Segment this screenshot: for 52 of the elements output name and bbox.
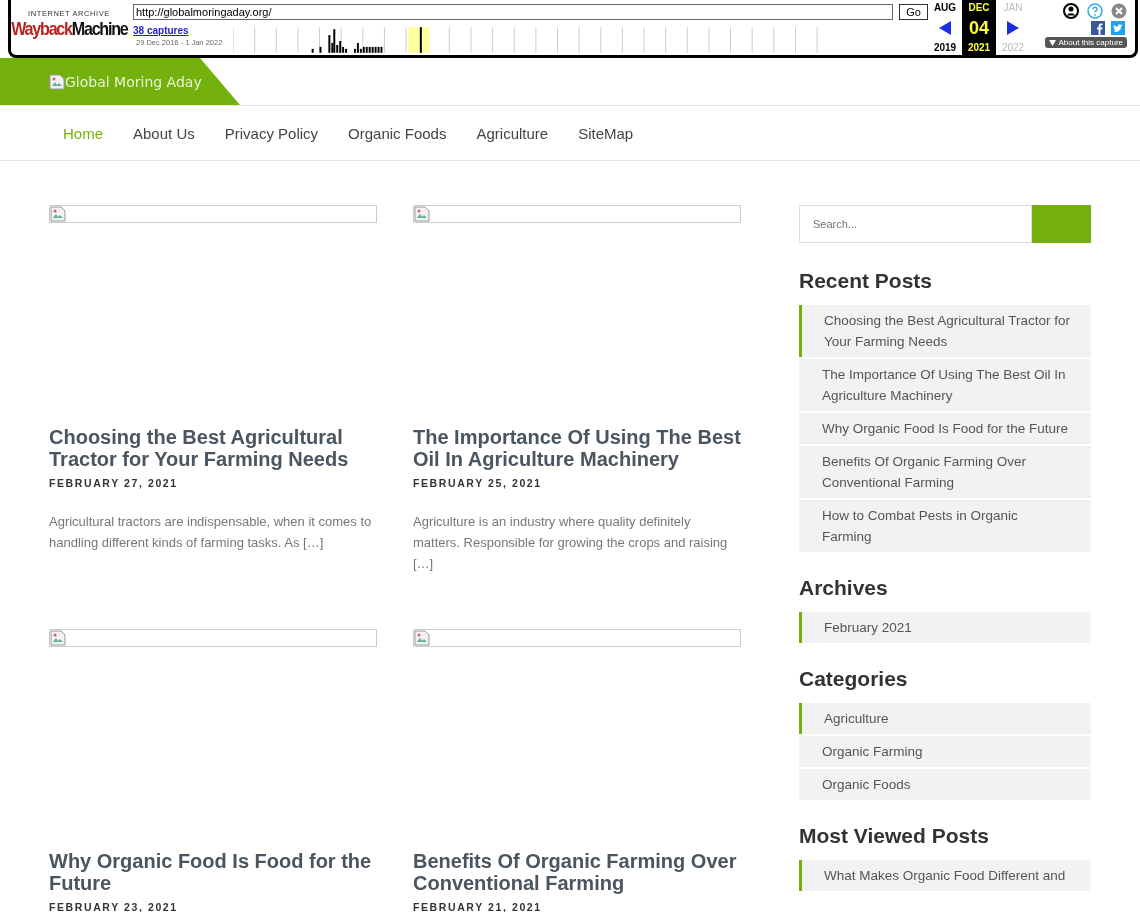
captures-link[interactable]: 38 captures (133, 24, 233, 38)
sidebar-link[interactable]: Choosing the Best Agricultural Tractor for Your Farming Needs (799, 305, 1091, 357)
nav-link[interactable]: About Us (118, 124, 210, 142)
url-field[interactable]: http://globalmoringaday.org/ (133, 4, 894, 20)
nav-link[interactable]: Agriculture (461, 124, 564, 142)
next-arrow-icon[interactable] (1006, 19, 1020, 36)
post-date: FEBRUARY 21, 2021 (413, 901, 543, 912)
sidebar-link[interactable]: What Makes Organic Food Different and (799, 860, 1091, 891)
post-title[interactable]: Benefits Of Organic Farming Over Conventional Farming (413, 850, 741, 894)
widget-title: Most Viewed Posts (799, 824, 990, 848)
sidebar-link[interactable]: February 2021 (799, 612, 1091, 643)
sidebar-link[interactable]: Organic Farming (799, 736, 1091, 767)
sidebar-link[interactable]: Why Organic Food Is Food for the Future (799, 413, 1091, 444)
capture-day: 04 (969, 18, 989, 37)
broken-image-icon (414, 630, 430, 646)
nav-link[interactable]: SiteMap (563, 124, 649, 142)
sidebar-link[interactable]: The Importance Of Using The Best Oil In Agriculture Machinery (799, 359, 1091, 411)
post-excerpt: Agriculture is an industry where quality definitely matters. Responsible for growing the crops and raising […] (413, 513, 729, 573)
post-title[interactable]: The Importance Of Using The Best Oil In Agriculture Machinery (413, 426, 741, 470)
broken-image-icon (50, 206, 66, 222)
broken-image-icon (50, 630, 66, 646)
sidebar-link[interactable]: Organic Foods (799, 769, 1091, 800)
about-capture-button[interactable]: About this capture (1044, 37, 1127, 48)
sidebar-link[interactable]: Agriculture (799, 703, 1091, 734)
post-title[interactable]: Why Organic Food Is Food for the Future (49, 850, 377, 894)
previous-arrow-icon[interactable] (938, 19, 952, 36)
widget-title: Categories (799, 667, 909, 691)
widget-title: Recent Posts (799, 269, 934, 293)
close-icon[interactable] (1111, 3, 1127, 19)
widget-title: Archives (799, 576, 889, 600)
broken-image-icon (49, 73, 65, 90)
post-date: FEBRUARY 27, 2021 (49, 477, 179, 489)
post-excerpt: Agricultural tractors are indispensable, when it comes to handling different kinds of farming tasks. As […] (49, 513, 373, 552)
post-title[interactable]: Choosing the Best Agricultural Tractor for Your Farming Needs (49, 426, 377, 470)
post-date: FEBRUARY 23, 2021 (49, 901, 179, 912)
year-label[interactable]: 2021 (967, 42, 991, 53)
user-icon[interactable] (1063, 3, 1079, 19)
nav-link[interactable]: Privacy Policy (209, 124, 334, 142)
facebook-icon[interactable] (1091, 21, 1105, 35)
sidebar-link[interactable]: Benefits Of Organic Farming Over Conventional Farming (799, 446, 1091, 498)
year-label[interactable]: 2019 (933, 42, 957, 53)
broken-image-icon (414, 206, 430, 222)
month-label[interactable]: AUG (933, 2, 957, 13)
sidebar-link[interactable]: How to Combat Pests in Organic Farming (799, 500, 1091, 552)
nav-link[interactable]: Organic Foods (333, 124, 462, 142)
month-label[interactable]: DEC (968, 2, 990, 13)
wayback-logo[interactable]: WaybackMachine (10, 18, 128, 40)
go-button[interactable]: Go (899, 4, 928, 20)
caret-icon (1048, 39, 1056, 46)
post-date: FEBRUARY 25, 2021 (413, 477, 543, 489)
search-field[interactable]: Search... (799, 205, 1032, 243)
twitter-icon[interactable] (1111, 21, 1125, 35)
